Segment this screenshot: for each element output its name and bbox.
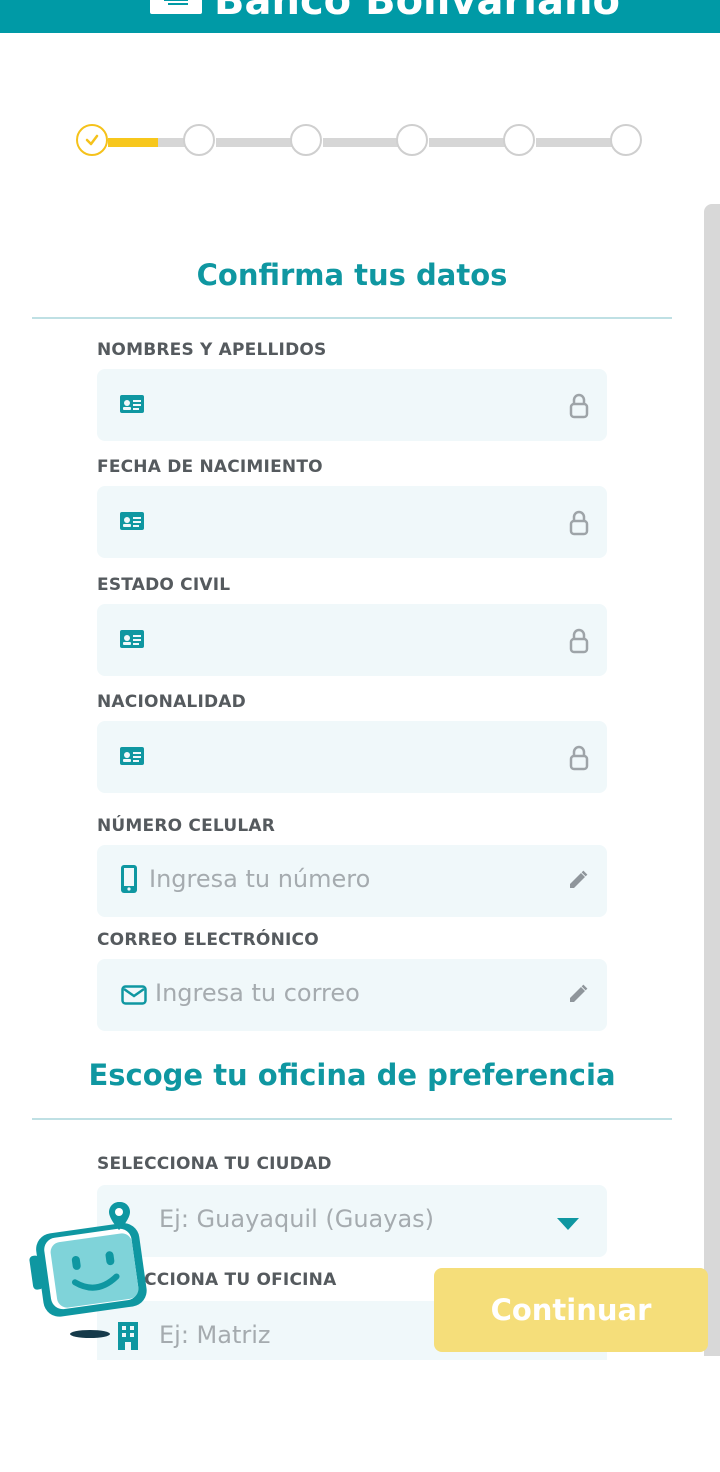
step-2 <box>183 124 215 156</box>
id-card-icon <box>119 393 145 420</box>
lock-icon <box>569 745 589 776</box>
progress-stepper <box>0 0 720 180</box>
city-placeholder: Ej: Guayaquil (Guayas) <box>159 1205 435 1233</box>
caret-down-icon[interactable] <box>557 1217 579 1235</box>
step-4 <box>396 124 428 156</box>
full-name-label: NOMBRES Y APELLIDOS <box>97 340 327 360</box>
lock-icon <box>569 510 589 541</box>
office-preference-title: Escoge tu oficina de preferencia <box>88 1058 616 1092</box>
bottom-whitespace <box>0 1360 720 1472</box>
birth-date-label: FECHA DE NACIMIENTO <box>97 457 323 477</box>
email-placeholder: Ingresa tu correo <box>155 979 360 1007</box>
city-label: SELECCIONA TU CIUDAD <box>97 1154 332 1174</box>
scrollbar[interactable] <box>704 204 720 1356</box>
email-input[interactable]: Ingresa tu correo <box>97 959 607 1031</box>
lock-icon <box>569 628 589 659</box>
step-3 <box>290 124 322 156</box>
envelope-icon <box>121 984 147 1011</box>
id-card-icon <box>119 628 145 655</box>
id-card-icon <box>119 510 145 537</box>
pencil-icon[interactable] <box>567 869 589 896</box>
mobile-phone-icon <box>119 864 139 899</box>
step-6 <box>610 124 642 156</box>
nationality-field <box>97 721 607 793</box>
birth-date-field <box>97 486 607 558</box>
step-1-complete <box>76 124 108 156</box>
phone-label: NÚMERO CELULAR <box>97 816 276 836</box>
id-card-icon <box>119 745 145 772</box>
full-name-field <box>97 369 607 441</box>
phone-placeholder: Ingresa tu número <box>149 865 371 893</box>
lock-icon <box>569 393 589 424</box>
chat-assistant-bot-icon[interactable] <box>28 1200 158 1340</box>
confirm-data-title: Confirma tus datos <box>196 258 508 292</box>
civil-status-label: ESTADO CIVIL <box>97 575 231 595</box>
civil-status-field <box>97 604 607 676</box>
pencil-icon[interactable] <box>567 983 589 1010</box>
check-icon <box>85 134 99 146</box>
section-divider <box>32 317 672 319</box>
office-placeholder: Ej: Matriz <box>159 1321 271 1349</box>
phone-input[interactable]: Ingresa tu número <box>97 845 607 917</box>
step-5 <box>503 124 535 156</box>
city-select[interactable]: Ej: Guayaquil (Guayas) <box>97 1185 607 1257</box>
step-connector-done <box>108 138 158 147</box>
continue-button[interactable]: Continuar <box>434 1268 708 1352</box>
section-divider <box>32 1118 672 1120</box>
nationality-label: NACIONALIDAD <box>97 692 246 712</box>
email-label: CORREO ELECTRÓNICO <box>97 930 319 950</box>
